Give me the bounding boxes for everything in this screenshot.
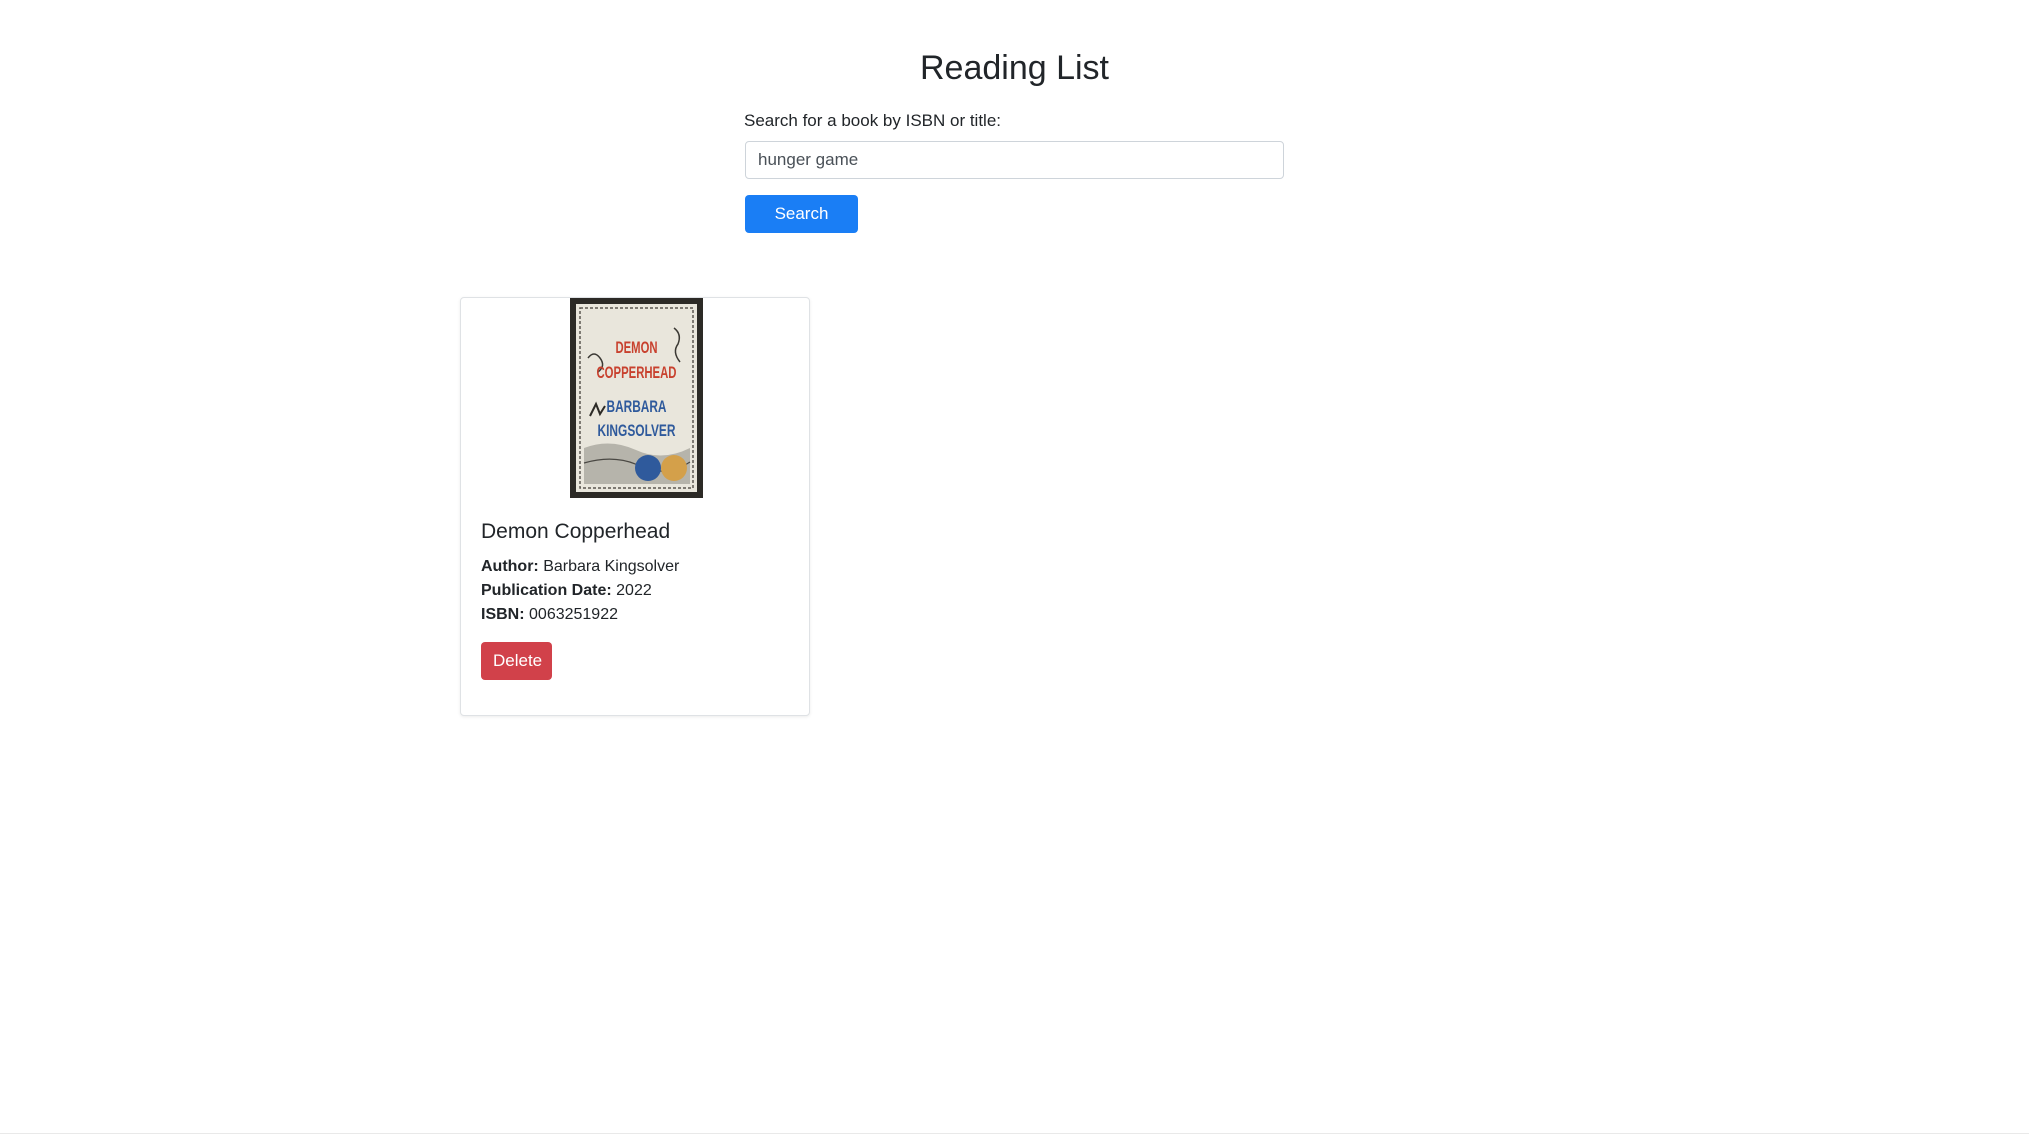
page-title: Reading List bbox=[919, 49, 1109, 87]
cover-title-line2: COPPERHEAD bbox=[597, 363, 677, 382]
book-card: DEMON COPPERHEAD BARBARA KINGSOLVER Demo… bbox=[460, 297, 810, 716]
publication-date-label: Publication Date: bbox=[481, 582, 612, 599]
cover-title-line1: DEMON bbox=[616, 338, 658, 357]
book-author: Barbara Kingsolver bbox=[543, 558, 680, 575]
search-book-button[interactable]: Search Book bbox=[745, 195, 858, 261]
search-label: Search for a book by ISBN or title: bbox=[744, 111, 1002, 130]
book-author-row: Author: Barbara Kingsolver bbox=[481, 556, 679, 578]
book-cover-image: DEMON COPPERHEAD BARBARA KINGSOLVER bbox=[570, 298, 703, 498]
cover-author-line2: KINGSOLVER bbox=[598, 421, 676, 440]
isbn-label: ISBN: bbox=[481, 606, 525, 623]
author-label: Author: bbox=[481, 558, 539, 575]
book-isbn: 0063251922 bbox=[529, 606, 618, 623]
delete-book-button[interactable]: Delete bbox=[481, 642, 552, 680]
book-title: Demon Copperhead bbox=[481, 520, 671, 543]
book-isbn-row: ISBN: 0063251922 bbox=[481, 604, 618, 626]
search-input[interactable] bbox=[745, 141, 1284, 179]
cover-author-line1: BARBARA bbox=[607, 397, 667, 416]
bottom-divider bbox=[0, 1133, 2029, 1134]
book-date-row: Publication Date: 2022 bbox=[481, 580, 652, 602]
reading-list-page: Reading List Search for a book by ISBN o… bbox=[0, 0, 2029, 1135]
book-publication-date: 2022 bbox=[616, 582, 652, 599]
